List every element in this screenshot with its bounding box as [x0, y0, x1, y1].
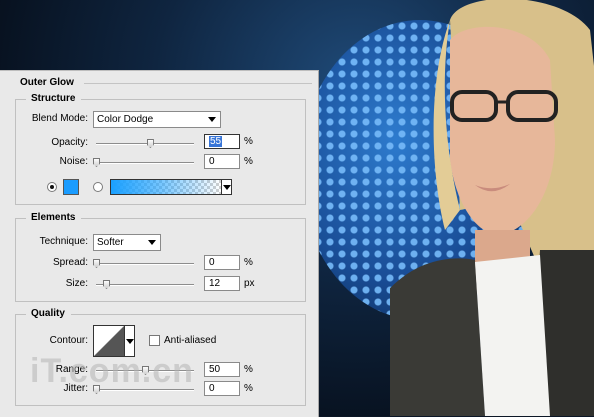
- spread-slider-track[interactable]: [96, 263, 194, 265]
- glow-color-swatch[interactable]: [63, 179, 79, 195]
- chevron-down-icon: [208, 117, 216, 122]
- size-input[interactable]: 12: [204, 276, 240, 291]
- opacity-value: 55: [209, 136, 223, 147]
- technique-select[interactable]: Softer: [93, 234, 161, 251]
- noise-input[interactable]: 0: [204, 154, 240, 169]
- spread-unit: %: [244, 257, 253, 268]
- anti-aliased-checkbox[interactable]: [149, 335, 160, 346]
- solid-color-radio[interactable]: [47, 182, 57, 192]
- opacity-slider-thumb[interactable]: [146, 139, 154, 148]
- elements-title: Elements: [26, 212, 82, 223]
- woman-portrait: [390, 0, 594, 416]
- quality-title: Quality: [26, 308, 71, 319]
- contour-label: Contour:: [49, 335, 88, 346]
- elements-group: Elements Technique: Softer Spread: 0 % S…: [15, 212, 306, 302]
- structure-group: Structure Blend Mode: Color Dodge Opacit…: [15, 93, 306, 205]
- range-input[interactable]: 50: [204, 362, 240, 377]
- blend-mode-select[interactable]: Color Dodge: [93, 111, 221, 128]
- structure-title: Structure: [26, 93, 82, 104]
- chevron-down-icon: [148, 240, 156, 245]
- jitter-input[interactable]: 0: [204, 381, 240, 396]
- noise-label: Noise:: [59, 156, 88, 167]
- spread-input[interactable]: 0: [204, 255, 240, 270]
- size-slider-track[interactable]: [96, 284, 194, 286]
- gradient-dropdown-button[interactable]: [221, 179, 232, 195]
- technique-label: Technique:: [39, 236, 88, 247]
- glow-gradient-swatch[interactable]: [110, 179, 222, 195]
- blend-mode-value: Color Dodge: [97, 114, 154, 125]
- noise-slider-thumb[interactable]: [93, 158, 100, 167]
- noise-unit: %: [244, 156, 253, 167]
- spread-label: Spread:: [52, 257, 88, 268]
- opacity-slider-track[interactable]: [96, 143, 194, 145]
- opacity-unit: %: [244, 136, 253, 147]
- technique-value: Softer: [97, 237, 124, 248]
- watermark-logo: iT.com.cn: [30, 352, 194, 390]
- range-unit: %: [244, 364, 253, 375]
- opacity-label: Opacity:: [51, 137, 88, 148]
- panel-title-divider: [84, 83, 312, 84]
- noise-slider-track[interactable]: [96, 162, 194, 164]
- size-unit: px: [244, 278, 255, 289]
- blend-mode-label: Blend Mode:: [31, 113, 88, 124]
- size-slider-thumb[interactable]: [103, 280, 110, 289]
- spread-slider-thumb[interactable]: [93, 259, 100, 268]
- gradient-radio[interactable]: [93, 182, 103, 192]
- panel-title: Outer Glow: [20, 77, 74, 88]
- size-label: Size:: [65, 278, 88, 289]
- anti-aliased-label: Anti-aliased: [164, 335, 217, 346]
- jitter-unit: %: [244, 383, 253, 394]
- opacity-input[interactable]: 55: [204, 134, 240, 149]
